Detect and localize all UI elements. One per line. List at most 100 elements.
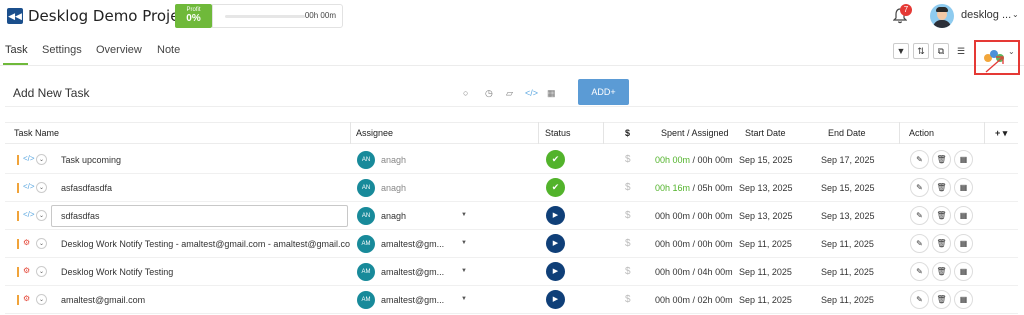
edit-icon[interactable]: ✎ <box>910 262 929 281</box>
edit-icon[interactable]: ✎ <box>910 178 929 197</box>
assignee-name[interactable]: amaltest@gm... <box>381 295 444 305</box>
assignee-name[interactable]: anagh <box>381 211 406 221</box>
chevron-down-icon[interactable]: ⌄ <box>1012 10 1019 19</box>
code-icon: </> <box>23 182 35 191</box>
tab-settings[interactable]: Settings <box>42 44 82 56</box>
calendar-icon[interactable]: ▦ <box>954 178 973 197</box>
chevron-down-icon[interactable]: ⌄ <box>36 210 47 221</box>
start-date[interactable]: Sep 13, 2025 <box>739 211 793 221</box>
check-icon[interactable]: ✔ <box>546 178 565 197</box>
dollar-icon[interactable]: $ <box>625 266 631 277</box>
task-name[interactable]: Desklog Work Notify Testing - amaltest@g… <box>61 239 350 249</box>
end-date[interactable]: Sep 11, 2025 <box>821 267 874 277</box>
sort-icon[interactable]: ⇅ <box>913 43 929 59</box>
add-task-button[interactable]: ADD+ <box>578 79 629 105</box>
add-column-button[interactable]: + ▾ <box>995 128 1007 139</box>
edit-icon[interactable]: ✎ <box>910 206 929 225</box>
add-task-input[interactable]: Add New Task <box>13 86 89 100</box>
assignee-name[interactable]: anagh <box>381 183 406 193</box>
task-name-input[interactable]: sdfasdfas <box>51 205 348 227</box>
end-date[interactable]: Sep 11, 2025 <box>821 239 874 249</box>
chevron-down-icon[interactable]: ▼ <box>461 240 467 246</box>
tab-note[interactable]: Note <box>157 44 180 56</box>
user-icon[interactable]: ○ <box>463 88 468 98</box>
chevron-down-icon[interactable]: ⌄ <box>36 238 47 249</box>
edit-icon[interactable]: ✎ <box>910 234 929 253</box>
col-start-date[interactable]: Start Date <box>745 128 786 138</box>
calendar-icon[interactable]: ▦ <box>547 88 556 99</box>
table-row[interactable]: ⚙ ⌄ amaltest@gmail.com AM amaltest@gm...… <box>5 286 1018 314</box>
start-date[interactable]: Sep 11, 2025 <box>739 267 792 277</box>
assignee-name[interactable]: amaltest@gm... <box>381 239 444 249</box>
table-row[interactable]: ⚙ ⌄ Desklog Work Notify Testing AM amalt… <box>5 258 1018 286</box>
play-icon[interactable]: ▶ <box>546 234 565 253</box>
avatar[interactable] <box>930 4 954 28</box>
filter-icon[interactable]: ▼ <box>893 43 909 59</box>
assignee-name[interactable]: amaltest@gm... <box>381 267 444 277</box>
task-name[interactable]: amaltest@gmail.com <box>61 295 145 305</box>
start-date[interactable]: Sep 15, 2025 <box>739 155 793 165</box>
start-date[interactable]: Sep 13, 2025 <box>739 183 793 193</box>
col-assignee[interactable]: Assignee <box>356 128 393 138</box>
tab-overview[interactable]: Overview <box>96 44 142 56</box>
calendar-icon[interactable]: ▦ <box>954 150 973 169</box>
calendar-icon[interactable]: ▦ <box>954 206 973 225</box>
clock-icon[interactable]: ◷ <box>485 88 493 99</box>
back-icon[interactable]: ◀◀ <box>7 8 23 24</box>
table-row[interactable]: </> ⌄ asfasdfasdfa AN anagh ✔ $ 00h 16m … <box>5 174 1018 202</box>
chevron-down-icon[interactable]: ⌄ <box>36 182 47 193</box>
tab-task[interactable]: Task <box>5 44 28 56</box>
check-icon[interactable]: ✔ <box>546 150 565 169</box>
end-date[interactable]: Sep 11, 2025 <box>821 295 874 305</box>
play-icon[interactable]: ▶ <box>546 206 565 225</box>
chevron-down-icon[interactable]: ⌄ <box>36 266 47 277</box>
edit-icon[interactable]: ✎ <box>910 290 929 309</box>
chevron-down-icon[interactable]: ⌄ <box>36 154 47 165</box>
dollar-icon[interactable]: $ <box>625 210 631 221</box>
play-icon[interactable]: ▶ <box>546 290 565 309</box>
copy-icon[interactable]: ⧉ <box>933 43 949 59</box>
start-date[interactable]: Sep 11, 2025 <box>739 239 792 249</box>
table-row[interactable]: </> ⌄ Task upcoming AN anagh ✔ $ 00h 00m… <box>5 146 1018 174</box>
dollar-icon[interactable]: $ <box>625 182 631 193</box>
chevron-down-icon[interactable]: ▼ <box>461 212 467 218</box>
table-row[interactable]: </> ⌄ sdfasdfas AN anagh ▼ ▶ $ 00h 00m /… <box>5 202 1018 230</box>
col-end-date[interactable]: End Date <box>828 128 866 138</box>
table-row[interactable]: ⚙ ⌄ Desklog Work Notify Testing - amalte… <box>5 230 1018 258</box>
list-view-icon[interactable]: ☰ <box>953 43 969 59</box>
bookmark-icon[interactable]: ▱ <box>506 88 513 99</box>
dollar-icon[interactable]: $ <box>625 238 631 249</box>
chevron-down-icon[interactable]: ▼ <box>461 268 467 274</box>
col-spent[interactable]: Spent / Assigned <box>661 128 729 138</box>
column-divider <box>538 122 539 144</box>
calendar-icon[interactable]: ▦ <box>954 262 973 281</box>
end-date[interactable]: Sep 17, 2025 <box>821 155 875 165</box>
trash-icon[interactable]: 🗑 <box>932 290 951 309</box>
code-icon[interactable]: </> <box>525 88 538 98</box>
group-view-button[interactable]: ⌄ <box>974 40 1020 75</box>
edit-icon[interactable]: ✎ <box>910 150 929 169</box>
chevron-down-icon[interactable]: ▼ <box>461 296 467 302</box>
trash-icon[interactable]: 🗑 <box>932 178 951 197</box>
play-icon[interactable]: ▶ <box>546 262 565 281</box>
calendar-icon[interactable]: ▦ <box>954 290 973 309</box>
assignee-name[interactable]: anagh <box>381 155 406 165</box>
dollar-icon[interactable]: $ <box>625 294 631 305</box>
col-task-name[interactable]: Task Name <box>14 128 59 138</box>
trash-icon[interactable]: 🗑 <box>932 150 951 169</box>
task-name[interactable]: Task upcoming <box>61 155 121 165</box>
end-date[interactable]: Sep 15, 2025 <box>821 183 875 193</box>
dollar-icon[interactable]: $ <box>625 154 631 165</box>
chevron-down-icon[interactable]: ⌄ <box>36 294 47 305</box>
trash-icon[interactable]: 🗑 <box>932 262 951 281</box>
priority-stripe <box>17 239 19 249</box>
trash-icon[interactable]: 🗑 <box>932 206 951 225</box>
user-name[interactable]: desklog ... <box>961 9 1011 21</box>
col-status[interactable]: Status <box>545 128 571 138</box>
task-name[interactable]: asfasdfasdfa <box>61 183 112 193</box>
calendar-icon[interactable]: ▦ <box>954 234 973 253</box>
task-name[interactable]: Desklog Work Notify Testing <box>61 267 173 277</box>
end-date[interactable]: Sep 13, 2025 <box>821 211 875 221</box>
trash-icon[interactable]: 🗑 <box>932 234 951 253</box>
start-date[interactable]: Sep 11, 2025 <box>739 295 792 305</box>
